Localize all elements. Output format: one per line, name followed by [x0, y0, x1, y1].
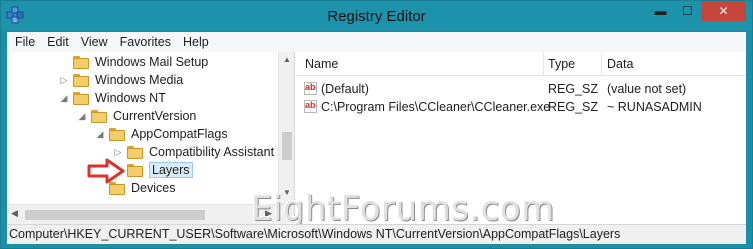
value-name: (Default)	[321, 82, 369, 96]
scroll-up-icon[interactable]: ▲	[283, 55, 291, 64]
value-type: REG_SZ	[548, 100, 599, 114]
value-data: (value not set)	[607, 82, 687, 96]
list-header: Name Type Data	[296, 52, 746, 76]
tree-item-compatibility-assistant[interactable]: ▷ Compatibility Assistant	[113, 143, 275, 161]
collapse-arrow-icon[interactable]: ◢	[77, 111, 87, 122]
tree-item-label: Windows Mail Setup	[95, 55, 209, 69]
expand-arrow-icon[interactable]: ▷	[59, 75, 69, 86]
list-item[interactable]: ab (Default) REG_SZ (value not set)	[296, 80, 746, 98]
tree-item-currentversion[interactable]: ◢ CurrentVersion	[77, 107, 197, 125]
menu-file[interactable]: File	[9, 35, 41, 49]
column-divider[interactable]	[601, 52, 602, 76]
tree-item-label: Windows NT	[95, 91, 166, 105]
menu-favorites[interactable]: Favorites	[114, 35, 177, 49]
tree-item-windows-mail-setup[interactable]: Windows Mail Setup	[59, 53, 208, 71]
column-header-data[interactable]: Data	[607, 57, 633, 71]
value-data: ~ RUNASADMIN	[607, 100, 702, 114]
string-value-icon: ab	[304, 100, 317, 113]
column-divider[interactable]	[543, 52, 544, 76]
tree-item-label: AppCompatFlags	[131, 127, 228, 141]
watermark: EightForums.com	[251, 189, 555, 229]
title-bar: Registry Editor ▬ ☐ ✕	[1, 1, 752, 31]
string-value-icon: ab	[304, 82, 317, 95]
menu-bar: File Edit View Favorites Help	[7, 32, 746, 52]
folder-icon	[127, 163, 143, 177]
close-button[interactable]: ✕	[701, 1, 746, 21]
folder-icon	[91, 109, 107, 123]
folder-icon	[73, 55, 89, 69]
registry-editor-window: Registry Editor ▬ ☐ ✕ File Edit View Fav…	[0, 0, 753, 249]
scrollbar-thumb[interactable]	[282, 132, 292, 160]
column-header-name[interactable]: Name	[305, 57, 338, 71]
tree-vertical-scrollbar[interactable]: ▲ ▼	[278, 52, 294, 204]
maximize-button[interactable]: ☐	[674, 1, 701, 21]
status-bar-path: Computer\HKEY_CURRENT_USER\Software\Micr…	[7, 224, 746, 244]
tree-item-label: CurrentVersion	[113, 109, 197, 123]
tree-item-windows-nt[interactable]: ◢ Windows NT	[59, 89, 166, 107]
expand-arrow-icon[interactable]: ▷	[113, 147, 123, 158]
menu-edit[interactable]: Edit	[41, 35, 75, 49]
value-type: REG_SZ	[548, 82, 599, 96]
folder-icon	[127, 145, 143, 159]
tree-item-label: Windows Media	[95, 73, 184, 87]
collapse-arrow-icon[interactable]: ◢	[59, 93, 69, 104]
list-item[interactable]: ab C:\Program Files\CCleaner\CCleaner.ex…	[296, 98, 746, 116]
red-arrow-icon	[87, 158, 125, 184]
window-title: Registry Editor	[327, 8, 426, 25]
minimize-button[interactable]: ▬	[647, 1, 674, 21]
scroll-left-icon[interactable]: ◀	[11, 208, 18, 219]
tree-item-windows-media[interactable]: ▷ Windows Media	[59, 71, 184, 89]
menu-view[interactable]: View	[75, 35, 114, 49]
folder-icon	[73, 73, 89, 87]
tree-item-appcompatflags[interactable]: ◢ AppCompatFlags	[95, 125, 228, 143]
window-controls: ▬ ☐ ✕	[647, 1, 746, 21]
collapse-arrow-icon[interactable]: ◢	[95, 129, 105, 140]
value-name: C:\Program Files\CCleaner\CCleaner.exe	[321, 100, 551, 114]
tree-item-label: Compatibility Assistant	[149, 145, 275, 159]
scrollbar-thumb[interactable]	[25, 210, 205, 220]
folder-icon	[73, 91, 89, 105]
tree-item-label: Layers	[149, 162, 193, 178]
tree-item-label: Devices	[131, 181, 176, 195]
menu-help[interactable]: Help	[177, 35, 215, 49]
folder-icon	[109, 127, 125, 141]
column-header-type[interactable]: Type	[548, 57, 575, 71]
